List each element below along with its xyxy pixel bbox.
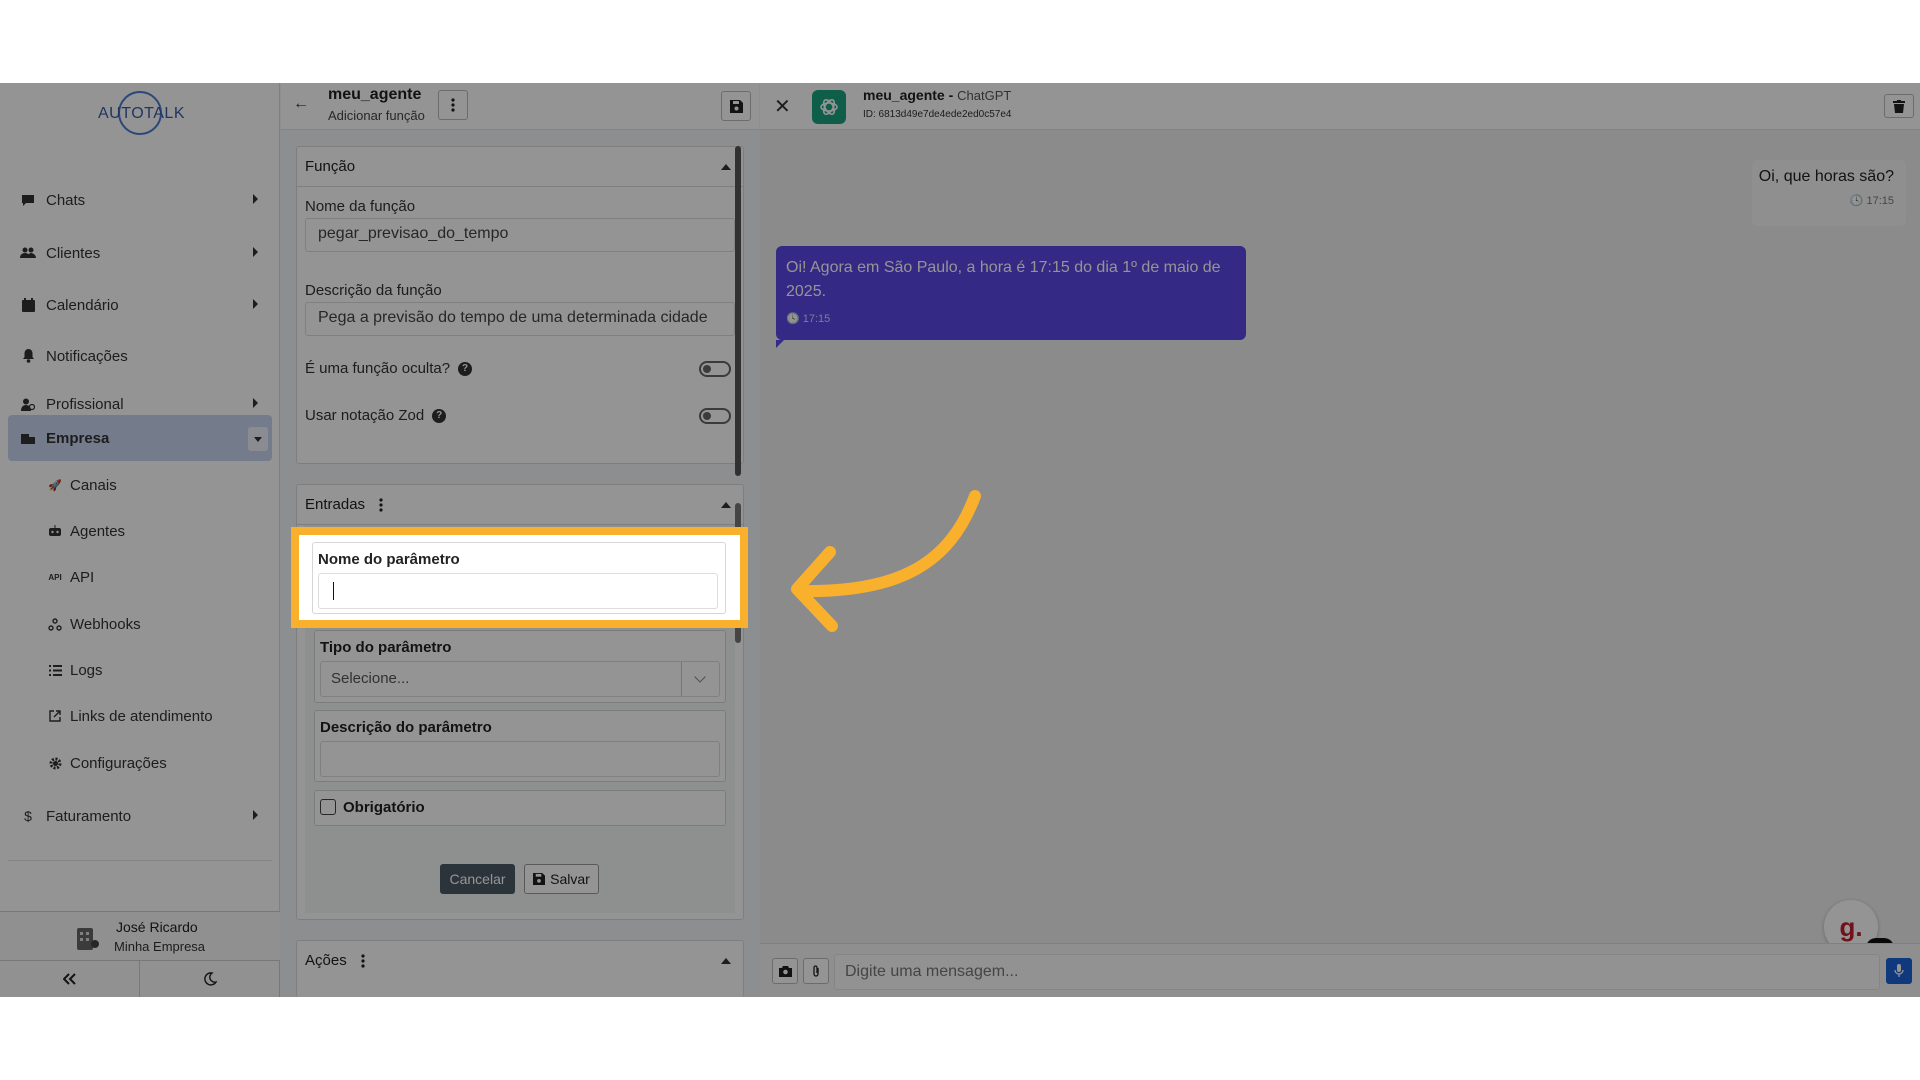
- app-window: AUTOTALK Chats Clientes Calendário Notif…: [0, 83, 1920, 997]
- tutorial-arrow-icon: [791, 490, 981, 632]
